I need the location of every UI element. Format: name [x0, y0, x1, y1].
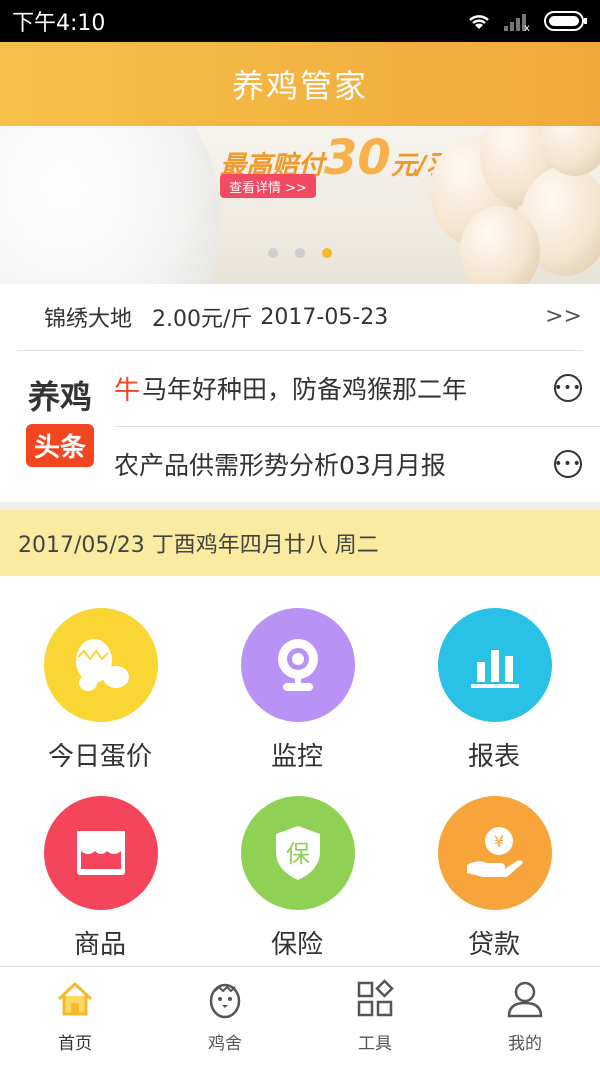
chick-icon [209, 983, 241, 1019]
view-details-button[interactable]: 查看详情 >> [220, 174, 316, 198]
feature-label: 商品 [73, 930, 126, 960]
price-ticker[interactable]: 锦绣大地 2.00元/斤 2017-05-23 >> [0, 284, 600, 350]
date-text: 2017/05/23 丁酉鸡年四月廿八 周二 [18, 533, 379, 558]
more-horizontal-circle-icon[interactable]: ••• [554, 374, 582, 402]
carousel-dot-active[interactable] [322, 248, 332, 258]
news-label-bottom: 头条 [25, 424, 94, 467]
status-time: 下午4:10 [12, 11, 106, 36]
shield-icon: 保 [241, 796, 355, 910]
section-gap [0, 502, 600, 510]
tab-tools[interactable]: 工具 [300, 967, 450, 1068]
more-horizontal-circle-icon[interactable]: ••• [554, 450, 582, 478]
wifi-icon [469, 15, 489, 29]
carousel-dot[interactable] [295, 248, 305, 258]
ticker-price: 2.00元/斤 [152, 307, 253, 332]
tab-me[interactable]: 我的 [450, 967, 600, 1068]
tab-henhouse[interactable]: 鸡舍 [150, 967, 300, 1068]
news-label: 养鸡 头条 [18, 372, 102, 467]
feature-insurance[interactable]: 保 保险 [197, 764, 397, 960]
tools-grid-icon [357, 979, 394, 1017]
signal-icon: x [504, 14, 530, 31]
status-bar: 下午4:10 x [0, 0, 600, 42]
slogan-amount: 30 [324, 130, 391, 186]
carousel-indicator [268, 248, 332, 258]
webcam-icon [241, 608, 355, 722]
svg-text:x: x [524, 23, 530, 31]
promo-banner[interactable]: 最高赔付30元/羽 查看详情 >> [0, 126, 600, 284]
news-block: 养鸡 头条 牛 马年好种田，防备鸡猴那二年 ••• 农产品供需形势分析03月月报… [0, 350, 600, 502]
bar-chart-icon [438, 608, 552, 722]
news-label-top: 养鸡 [27, 378, 92, 416]
tab-label: 我的 [508, 1034, 542, 1054]
battery-icon [544, 11, 587, 31]
user-icon [507, 981, 543, 1018]
ticker-date: 2017-05-23 [260, 304, 389, 330]
tab-home[interactable]: 首页 [0, 967, 150, 1068]
feature-label: 保险 [270, 930, 323, 960]
ticker-more-link[interactable]: >> [545, 304, 582, 329]
home-icon [57, 982, 93, 1016]
tab-label: 鸡舍 [208, 1034, 242, 1054]
feature-goods[interactable]: 商品 [0, 764, 200, 960]
svg-text:¥: ¥ [494, 832, 504, 851]
cta-label: 查看详情 >> [229, 180, 307, 196]
feature-label: 贷款 [467, 930, 520, 960]
tab-label: 工具 [358, 1034, 392, 1054]
feature-report[interactable]: 报表 [394, 576, 594, 772]
news-title: 马年好种田，防备鸡猴那二年 [142, 375, 468, 404]
feature-monitor[interactable]: 监控 [197, 576, 397, 772]
news-item[interactable]: 牛 马年好种田，防备鸡猴那二年 ••• [114, 350, 600, 426]
feature-grid: 今日蛋价 监控 报表 商品 保 保险 ¥ 贷款 [0, 576, 600, 966]
tab-label: 首页 [58, 1034, 92, 1054]
carousel-dot[interactable] [268, 248, 278, 258]
ticker-name: 锦绣大地 [44, 307, 133, 332]
feature-loan[interactable]: ¥ 贷款 [394, 764, 594, 960]
bottom-tab-bar: 首页 鸡舍 工具 我的 [0, 966, 600, 1067]
svg-text:保: 保 [286, 840, 310, 868]
loan-hand-icon: ¥ [438, 796, 552, 910]
news-tag: 牛 [114, 375, 141, 406]
date-bar: 2017/05/23 丁酉鸡年四月廿八 周二 [0, 510, 600, 576]
feature-egg-price[interactable]: 今日蛋价 [0, 576, 200, 772]
app-title: 养鸡管家 [231, 67, 368, 105]
news-title: 农产品供需形势分析03月月报 [114, 451, 446, 480]
store-icon [44, 796, 158, 910]
app-bar: 养鸡管家 [0, 42, 600, 126]
chicken-image [0, 126, 220, 284]
news-item[interactable]: 农产品供需形势分析03月月报 ••• [114, 426, 600, 502]
status-icons: x [466, 10, 588, 32]
eggs-icon [44, 608, 158, 722]
